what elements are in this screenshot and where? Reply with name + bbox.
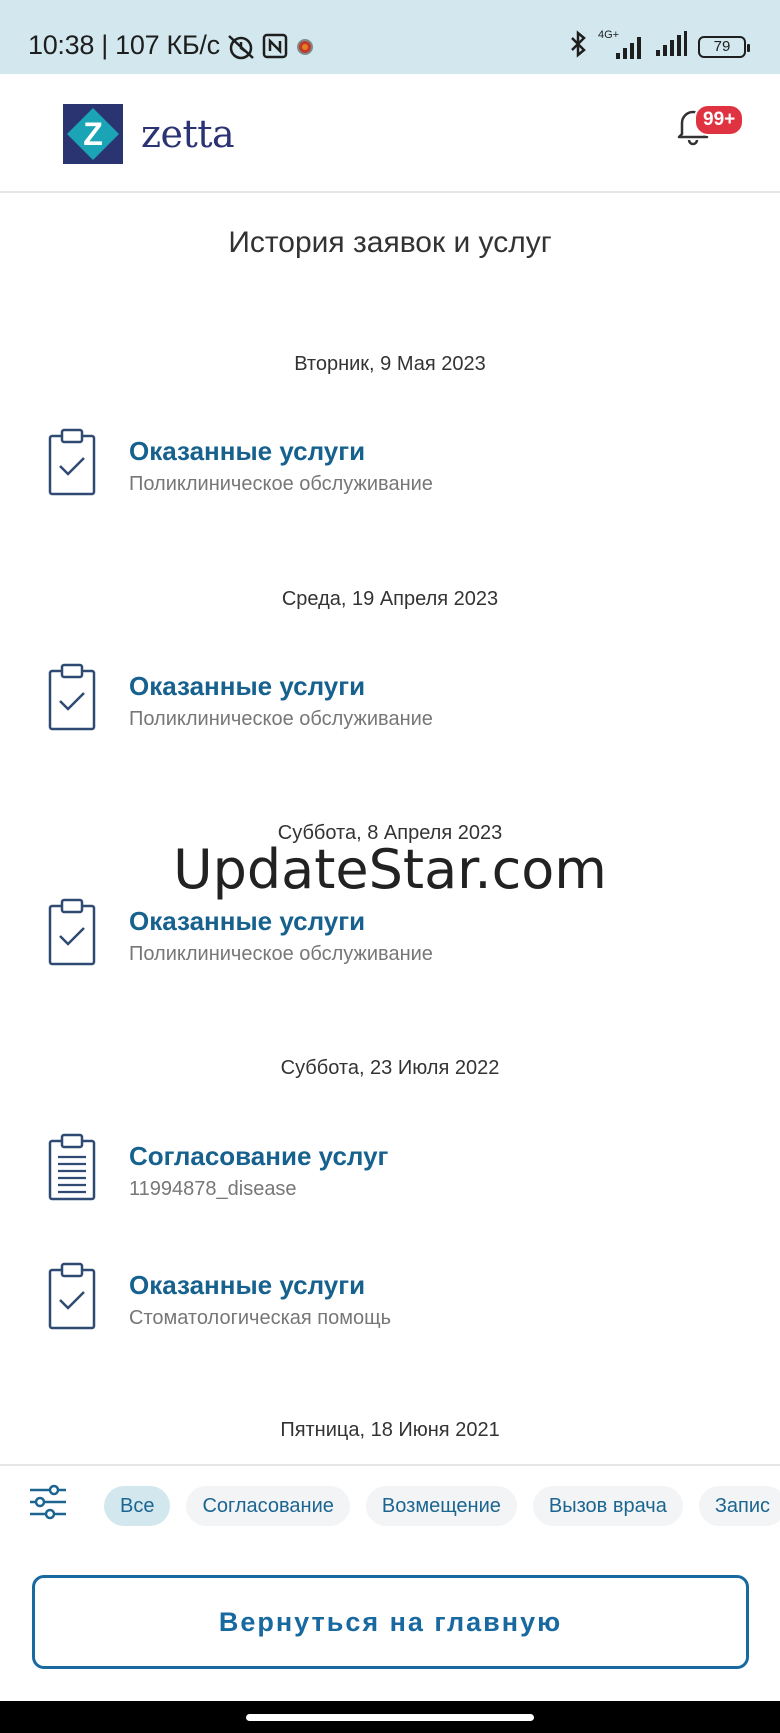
status-right: 4G+ 79 (568, 29, 750, 63)
notifications-badge[interactable]: 99+ (694, 104, 745, 136)
filter-chip-all[interactable]: Все (104, 1486, 171, 1526)
logo-mark-icon: Z (63, 104, 123, 164)
status-left: 10:38 | 107 КБ/с (28, 30, 316, 61)
system-nav-bar (0, 1701, 780, 1733)
app-notification-icon (294, 33, 316, 59)
signal-4g-icon: 4G+ (598, 29, 644, 61)
app-header: Z zetta 99+ (0, 74, 780, 193)
filter-chip-approval[interactable]: Согласование (186, 1486, 350, 1526)
clipboard-check-icon (48, 1262, 100, 1330)
history-item-subtitle: Поликлиническое обслуживание (129, 708, 433, 730)
logo-letter: Z (83, 116, 103, 152)
filter-chip-doctor-call[interactable]: Вызов врача (532, 1486, 683, 1526)
brand-logo[interactable]: Z zetta (63, 104, 235, 164)
filter-chip-appointment[interactable]: Запис (698, 1486, 780, 1526)
clipboard-check-icon (48, 898, 100, 966)
battery-level: 79 (713, 38, 731, 55)
history-item-subtitle: 11994878_disease (129, 1178, 297, 1200)
date-header: Суббота, 23 Июля 2022 (280, 1057, 500, 1079)
filter-chips: Все Согласование Возмещение Вызов врача … (104, 1486, 780, 1526)
alarm-off-icon (226, 33, 256, 59)
clipboard-check-icon (48, 428, 100, 496)
history-item[interactable]: Оказанные услуги Стоматологическая помощ… (48, 1262, 748, 1334)
history-item-subtitle: Поликлиническое обслуживание (129, 473, 433, 495)
page-title: История заявок и услуг (228, 226, 552, 259)
filter-chip-reimbursement[interactable]: Возмещение (365, 1486, 517, 1526)
sliders-icon[interactable] (28, 1484, 68, 1520)
watermark-text: UpdateStar.com (173, 838, 607, 901)
battery-icon: 79 (698, 35, 750, 58)
status-time-speed: 10:38 | 107 КБ/с (28, 30, 220, 60)
filter-bar: Все Согласование Возмещение Вызов врача … (0, 1464, 780, 1544)
date-header: Пятница, 18 Июня 2021 (280, 1419, 500, 1441)
status-bar: 10:38 | 107 КБ/с 4G+ 79 (0, 0, 780, 74)
history-item-title: Оказанные услуги (129, 1270, 366, 1300)
clipboard-list-icon (48, 1133, 100, 1201)
bluetooth-icon (568, 30, 588, 63)
signal-icon (654, 30, 688, 63)
nfc-icon (262, 33, 288, 59)
home-gesture-handle[interactable] (246, 1714, 534, 1721)
back-to-home-button[interactable]: Вернуться на главную (32, 1575, 749, 1669)
history-item-subtitle: Поликлиническое обслуживание (129, 943, 433, 965)
history-item[interactable]: Оказанные услуги Поликлиническое обслужи… (48, 663, 748, 735)
history-item-subtitle: Стоматологическая помощь (129, 1307, 391, 1329)
history-item[interactable]: Оказанные услуги Поликлиническое обслужи… (48, 898, 748, 970)
clipboard-check-icon (48, 663, 100, 731)
history-item[interactable]: Оказанные услуги Поликлиническое обслужи… (48, 428, 748, 500)
history-item-title: Оказанные услуги (129, 906, 366, 936)
history-item[interactable]: Согласование услуг 11994878_disease (48, 1133, 748, 1205)
history-item-title: Согласование услуг (129, 1141, 389, 1171)
history-item-title: Оказанные услуги (129, 436, 366, 466)
brand-name: zetta (141, 112, 235, 156)
date-header: Среда, 19 Апреля 2023 (281, 588, 499, 610)
history-item-title: Оказанные услуги (129, 671, 366, 701)
date-header: Вторник, 9 Мая 2023 (294, 353, 486, 375)
